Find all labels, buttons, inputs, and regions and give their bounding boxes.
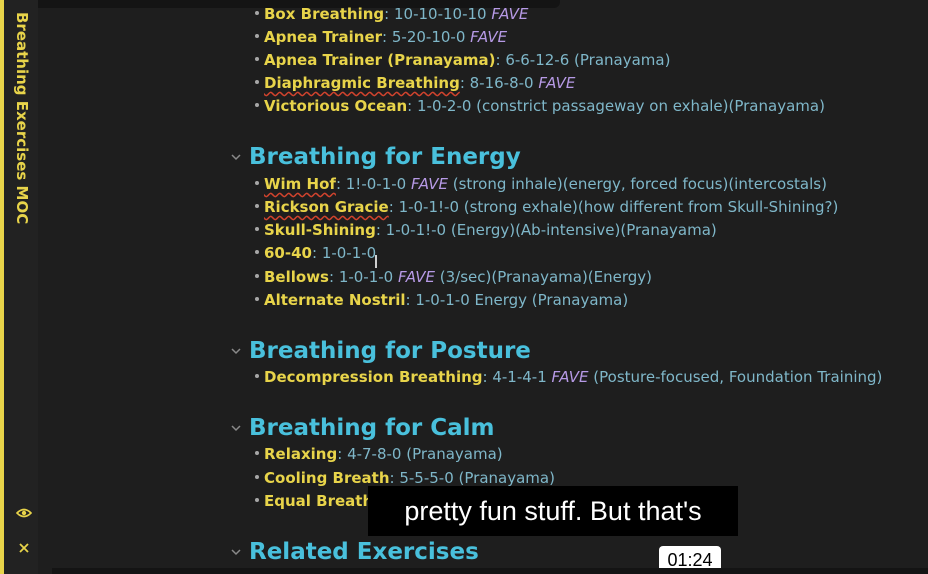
list-item[interactable]: Apnea Trainer: 5-20-10-0 FAVE — [255, 28, 507, 46]
chevron-down-icon[interactable] — [230, 345, 242, 357]
list-item[interactable]: 60-40: 1-0-1-0 — [255, 244, 376, 262]
list-item[interactable]: Alternate Nostril: 1-0-1-0 Energy (Prana… — [255, 291, 628, 309]
list-item[interactable]: Rickson Gracie: 1-0-1!-0 (strong exhale)… — [255, 198, 838, 216]
list-item[interactable]: Victorious Ocean: 1-0-2-0 (constrict pas… — [255, 97, 825, 115]
list-item[interactable]: Skull-Shining: 1-0-1!-0 (Energy)(Ab-inte… — [255, 221, 717, 239]
sidebar-title[interactable]: Breathing Exercises MOC — [13, 12, 31, 224]
heading-breathing-for-calm[interactable]: Breathing for Calm — [230, 415, 495, 441]
heading-related-exercises[interactable]: Related Exercises — [230, 539, 479, 565]
text-cursor — [375, 255, 377, 268]
list-item[interactable]: Cooling Breath: 5-5-5-0 (Pranayama) — [255, 469, 555, 487]
window-bottom-bar — [52, 568, 928, 574]
eye-icon[interactable] — [16, 505, 32, 521]
sidebar: Breathing Exercises MOC — [0, 0, 38, 574]
list-item[interactable]: Diaphragmic Breathing: 8-16-8-0 FAVE — [255, 74, 575, 92]
heading-breathing-for-posture[interactable]: Breathing for Posture — [230, 338, 531, 364]
list-item[interactable]: Wim Hof: 1!-0-1-0 FAVE (strong inhale)(e… — [255, 175, 827, 193]
list-item[interactable]: Apnea Trainer (Pranayama): 6-6-12-6 (Pra… — [255, 51, 670, 69]
list-item[interactable]: Bellows: 1-0-1-0 FAVE (3/sec)(Pranayama)… — [255, 268, 652, 286]
list-item[interactable]: Box Breathing: 10-10-10-10 FAVE — [255, 5, 528, 23]
video-caption: pretty fun stuff. But that's — [368, 486, 738, 536]
list-item[interactable]: Decompression Breathing: 4-1-4-1 FAVE (P… — [255, 368, 882, 386]
chevron-down-icon[interactable] — [230, 422, 242, 434]
heading-breathing-for-energy[interactable]: Breathing for Energy — [230, 144, 521, 170]
chevron-down-icon[interactable] — [230, 546, 242, 558]
list-item[interactable]: Relaxing: 4-7-8-0 (Pranayama) — [255, 445, 503, 463]
close-icon[interactable] — [16, 540, 32, 556]
chevron-down-icon[interactable] — [230, 151, 242, 163]
list-item[interactable]: Equal Breath: — [255, 492, 378, 510]
